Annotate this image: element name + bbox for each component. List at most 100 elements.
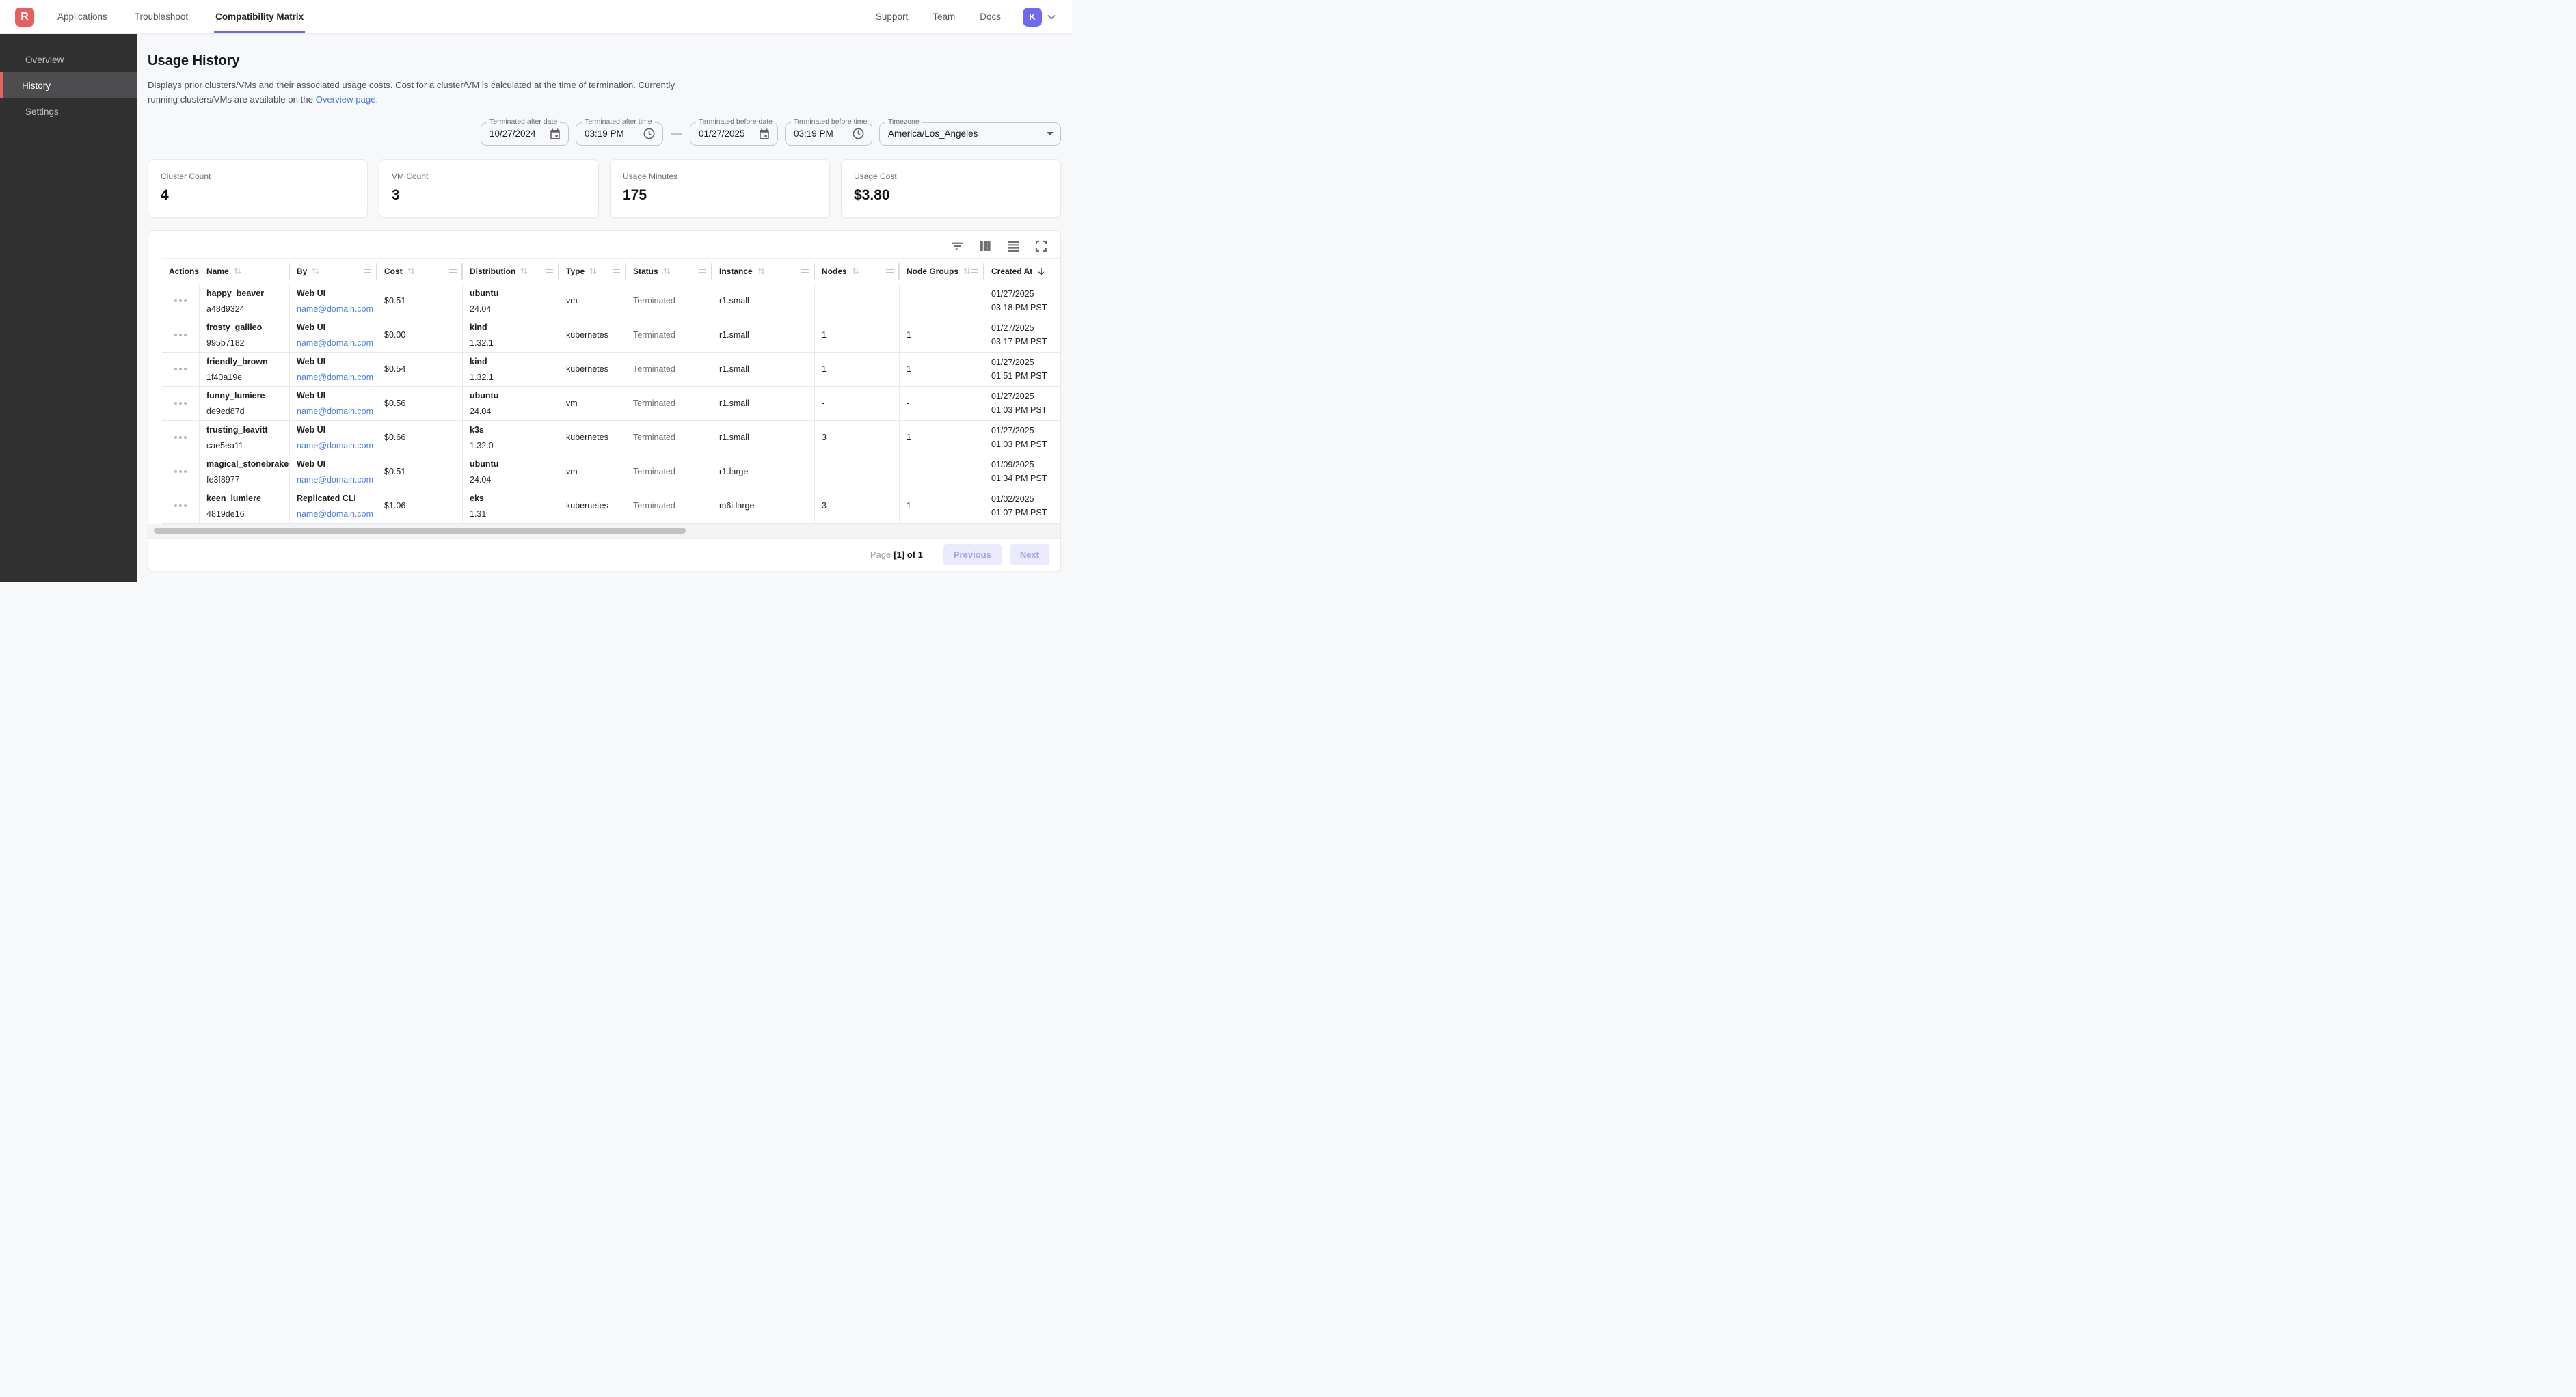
tab-compatibility-matrix[interactable]: Compatibility Matrix — [214, 0, 305, 33]
next-page-button[interactable]: Next — [1010, 544, 1049, 565]
column-header-label: Status — [633, 267, 658, 276]
column-header-nodes[interactable]: Nodes — [815, 259, 900, 284]
sidebar-item-settings[interactable]: Settings — [0, 98, 137, 124]
column-resize-handle[interactable] — [613, 269, 620, 275]
cell-type: vm — [559, 455, 626, 489]
cell-distribution: kind1.32.1 — [463, 353, 559, 386]
row-actions-button[interactable] — [172, 365, 189, 373]
cost-value: $0.54 — [384, 364, 455, 374]
email-link[interactable]: name@domain.com — [297, 509, 370, 519]
distribution-name: k3s — [470, 425, 552, 435]
cell-name: funny_lumierede9ed87d — [200, 387, 290, 420]
chevron-down-icon[interactable] — [1046, 12, 1057, 23]
terminated-after-time-field[interactable]: Terminated after time 03:19 PM — [576, 122, 663, 146]
column-resize-handle[interactable] — [886, 269, 894, 275]
column-resize-handle[interactable] — [971, 269, 978, 275]
terminated-before-time-field[interactable]: Terminated before time 03:19 PM — [785, 122, 872, 146]
fullscreen-button[interactable] — [1034, 239, 1048, 253]
cell-actions — [162, 489, 200, 523]
table-toolbar — [148, 231, 1060, 258]
row-actions-button[interactable] — [172, 467, 189, 476]
calendar-icon[interactable] — [758, 128, 770, 140]
logo-letter: R — [21, 11, 29, 23]
stat-card-usage-minutes: Usage Minutes175 — [610, 159, 830, 218]
type-value: vm — [566, 398, 619, 408]
nodes-value: 3 — [822, 501, 892, 511]
node-groups-value: - — [907, 296, 977, 306]
calendar-icon[interactable] — [549, 128, 561, 140]
cluster-id: fe3f8977 — [206, 475, 282, 485]
terminated-before-date-value: 01/27/2025 — [699, 128, 745, 139]
cost-value: $0.56 — [384, 398, 455, 408]
created-by-source: Web UI — [297, 425, 370, 435]
nav-docs[interactable]: Docs — [980, 12, 1001, 22]
tab-applications[interactable]: Applications — [56, 0, 109, 33]
main-content: Usage History Displays prior clusters/VM… — [137, 34, 1072, 582]
column-header-type[interactable]: Type — [559, 259, 626, 284]
tab-troubleshoot[interactable]: Troubleshoot — [133, 0, 189, 33]
row-actions-button[interactable] — [172, 502, 189, 510]
app-logo[interactable]: R — [15, 8, 34, 27]
row-actions-button[interactable] — [172, 433, 189, 442]
timezone-select[interactable]: Timezone America/Los_Angeles — [879, 122, 1061, 146]
cell-nodes: 1 — [815, 353, 900, 386]
stat-card-usage-cost: Usage Cost$3.80 — [841, 159, 1061, 218]
previous-page-button[interactable]: Previous — [943, 544, 1002, 565]
column-resize-handle[interactable] — [449, 269, 457, 275]
cell-cost: $0.66 — [377, 421, 463, 455]
terminated-after-date-field[interactable]: Terminated after date 10/27/2024 — [481, 122, 569, 146]
distribution-version: 24.04 — [470, 304, 552, 314]
column-header-node-groups[interactable]: Node Groups — [900, 259, 984, 284]
column-resize-handle[interactable] — [546, 269, 553, 275]
cell-cost: $1.06 — [377, 489, 463, 523]
email-link[interactable]: name@domain.com — [297, 441, 370, 450]
density-button[interactable] — [1006, 239, 1020, 253]
table-header-row: ActionsNameByCostDistributionType Status I… — [162, 258, 1061, 284]
distribution-name: ubuntu — [470, 459, 552, 469]
terminated-before-date-field[interactable]: Terminated before date 01/27/2025 — [690, 122, 778, 146]
avatar[interactable]: K — [1023, 8, 1042, 27]
cell-nodes: - — [815, 455, 900, 489]
scrollbar-thumb[interactable] — [154, 528, 686, 534]
created-date: 01/27/2025 — [991, 426, 1055, 435]
column-header-label: Actions — [169, 267, 199, 276]
instance-value: r1.small — [719, 398, 807, 408]
column-header-cost[interactable]: Cost — [377, 259, 463, 284]
columns-button[interactable] — [978, 239, 992, 253]
column-header-instance[interactable]: Instance — [712, 259, 815, 284]
cell-status: Terminated — [626, 318, 712, 352]
clock-icon[interactable] — [852, 127, 865, 140]
type-value: vm — [566, 296, 619, 306]
row-actions-button[interactable] — [172, 399, 189, 407]
column-resize-handle[interactable] — [699, 269, 706, 275]
email-link[interactable]: name@domain.com — [297, 372, 370, 382]
status-badge: Terminated — [633, 433, 705, 442]
column-header-distribution[interactable]: Distribution — [463, 259, 559, 284]
column-resize-handle[interactable] — [364, 269, 371, 275]
stat-value: 4 — [161, 187, 355, 204]
email-link[interactable]: name@domain.com — [297, 475, 370, 485]
cell-instance: r1.small — [712, 387, 815, 420]
nodes-value: 3 — [822, 433, 892, 442]
column-header-created-at[interactable]: Created At — [984, 259, 1061, 284]
overview-page-link[interactable]: Overview page — [316, 94, 376, 105]
sidebar-item-history[interactable]: History — [0, 72, 137, 98]
created-time: 03:17 PM PST — [991, 337, 1055, 347]
clock-icon[interactable] — [643, 127, 656, 140]
email-link[interactable]: name@domain.com — [297, 407, 370, 416]
sidebar-item-overview[interactable]: Overview — [0, 46, 137, 72]
nav-team[interactable]: Team — [933, 12, 955, 22]
row-actions-button[interactable] — [172, 297, 189, 305]
row-actions-button[interactable] — [172, 331, 189, 339]
cell-status: Terminated — [626, 421, 712, 455]
column-resize-handle[interactable] — [801, 269, 809, 275]
email-link[interactable]: name@domain.com — [297, 338, 370, 348]
column-header-by[interactable]: By — [290, 259, 377, 284]
column-header-name[interactable]: Name — [200, 259, 290, 284]
distribution-name: kind — [470, 323, 552, 332]
horizontal-scrollbar[interactable] — [148, 524, 1060, 538]
nav-support[interactable]: Support — [876, 12, 908, 22]
email-link[interactable]: name@domain.com — [297, 304, 370, 314]
column-header-status[interactable]: Status — [626, 259, 712, 284]
filter-button[interactable] — [950, 239, 964, 253]
